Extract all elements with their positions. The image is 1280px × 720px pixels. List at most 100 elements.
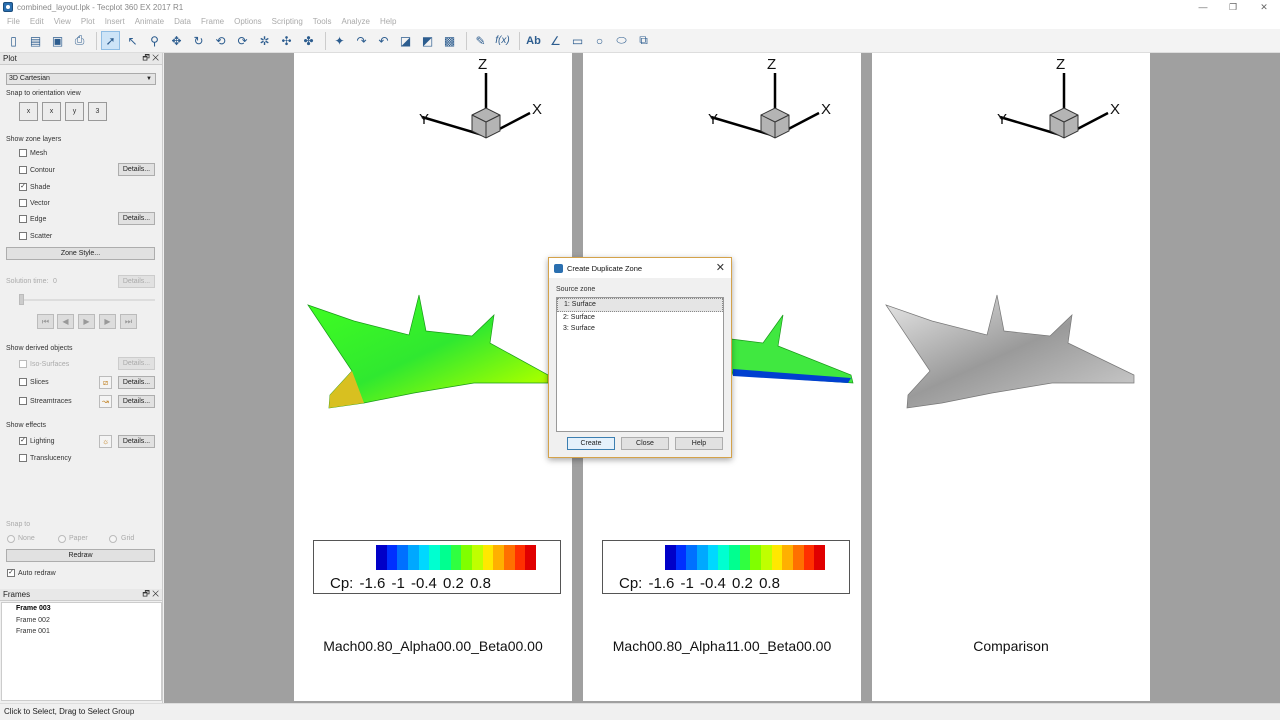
menu-plot[interactable]: Plot	[76, 17, 100, 26]
panel-controls[interactable]: 🗗 ✕	[142, 52, 159, 66]
translucency-checkbox[interactable]	[19, 454, 27, 462]
lighting-checkbox[interactable]: ✓	[19, 437, 27, 445]
new-file-icon[interactable]: ▯	[4, 31, 23, 50]
menu-scripting[interactable]: Scripting	[267, 17, 308, 26]
plot-frame-3[interactable]: Z Y X Comparison	[872, 53, 1150, 701]
snap-paper-radio[interactable]	[58, 535, 66, 543]
redraw-button[interactable]: Redraw	[6, 549, 155, 562]
iso-details-button[interactable]: Details...	[118, 357, 155, 370]
rotate-x-icon[interactable]: ↻	[189, 31, 208, 50]
print-icon[interactable]: ⎙	[70, 31, 89, 50]
plot-frame-1[interactable]: Z Y X Cp: -1.6 -1 -0.4 0.2 0.8 Mach00.80…	[294, 53, 572, 701]
menu-data[interactable]: Data	[169, 17, 196, 26]
frame-list-item[interactable]: Frame 003	[2, 603, 161, 615]
contour-checkbox[interactable]	[19, 166, 27, 174]
restore-button[interactable]: ❐	[1219, 0, 1247, 14]
rotate-z-icon[interactable]: ⟳	[233, 31, 252, 50]
solution-time-slider[interactable]	[19, 299, 155, 301]
orient-3d-button[interactable]: 3	[88, 102, 107, 121]
orient-x-button[interactable]: x	[19, 102, 38, 121]
iso-surfaces-checkbox[interactable]	[19, 360, 27, 368]
image-icon[interactable]: ▩	[440, 31, 459, 50]
zone-list-item[interactable]: 1: Surface	[557, 298, 723, 312]
play-icon[interactable]: ▶	[78, 314, 95, 329]
menu-frame[interactable]: Frame	[196, 17, 229, 26]
menu-analyze[interactable]: Analyze	[336, 17, 374, 26]
create-button[interactable]: Create	[567, 437, 615, 450]
adjustor-arrow-icon[interactable]: ↖	[123, 31, 142, 50]
orient-x2-button[interactable]: x	[42, 102, 61, 121]
shade-checkbox[interactable]: ✓	[19, 183, 27, 191]
zoom-icon[interactable]: ⚲	[145, 31, 164, 50]
snap-none-radio[interactable]	[7, 535, 15, 543]
rake-icon[interactable]: ↶	[374, 31, 393, 50]
zone-list-item[interactable]: 2: Surface	[557, 312, 723, 324]
rectangle-icon[interactable]: ▭	[568, 31, 587, 50]
equation-icon[interactable]: f(x)	[493, 31, 512, 50]
slices-checkbox[interactable]	[19, 378, 27, 386]
snap-grid-radio[interactable]	[109, 535, 117, 543]
vector-checkbox[interactable]	[19, 199, 27, 207]
slider-thumb[interactable]	[19, 294, 24, 305]
help-button[interactable]: Help	[675, 437, 723, 450]
twist-icon[interactable]: ✤	[299, 31, 318, 50]
slice-icon[interactable]: ◪	[396, 31, 415, 50]
polyline-icon[interactable]: ∠	[546, 31, 565, 50]
close-window-button[interactable]: ✕	[1250, 0, 1278, 14]
mesh-checkbox[interactable]	[19, 149, 27, 157]
menu-file[interactable]: File	[2, 17, 25, 26]
save-icon[interactable]: ▣	[48, 31, 67, 50]
light-source-icon[interactable]: ☼	[99, 435, 112, 448]
streamtrace-icon[interactable]: ↷	[352, 31, 371, 50]
plot-type-dropdown[interactable]: 3D Cartesian ▼	[6, 73, 156, 85]
step-back-icon[interactable]: ◀	[57, 314, 74, 329]
zone-style-button[interactable]: Zone Style...	[6, 247, 155, 260]
panel-controls[interactable]: 🗗 ✕	[142, 588, 159, 602]
lighting-details-button[interactable]: Details...	[118, 435, 155, 448]
text-tool-icon[interactable]: Ab	[524, 31, 543, 50]
roll-icon[interactable]: ✲	[255, 31, 274, 50]
colormap-swatch	[461, 545, 473, 570]
frame-list-item[interactable]: Frame 002	[2, 615, 161, 627]
probe-icon[interactable]: ✦	[330, 31, 349, 50]
rotate-y-icon[interactable]: ⟲	[211, 31, 230, 50]
selector-arrow-icon[interactable]: ➚	[101, 31, 120, 50]
skip-forward-icon[interactable]: ⏭	[120, 314, 137, 329]
menu-edit[interactable]: Edit	[25, 17, 49, 26]
solution-details-button[interactable]: Details...	[118, 275, 155, 288]
close-icon[interactable]: ✕	[716, 261, 725, 274]
menu-animate[interactable]: Animate	[130, 17, 169, 26]
contour-details-button[interactable]: Details...	[118, 163, 155, 176]
edge-details-button[interactable]: Details...	[118, 212, 155, 225]
spherical-rotate-icon[interactable]: ✣	[277, 31, 296, 50]
frames-list: Frame 003 Frame 002 Frame 001	[1, 602, 162, 701]
open-file-icon[interactable]: ▤	[26, 31, 45, 50]
menu-tools[interactable]: Tools	[308, 17, 337, 26]
scatter-checkbox[interactable]	[19, 232, 27, 240]
orient-y-button[interactable]: y	[65, 102, 84, 121]
step-forward-icon[interactable]: ▶	[99, 314, 116, 329]
streamtraces-checkbox[interactable]	[19, 397, 27, 405]
minimize-button[interactable]: —	[1189, 0, 1217, 14]
slice-tool-icon[interactable]: ⧄	[99, 376, 112, 389]
menu-view[interactable]: View	[49, 17, 76, 26]
menu-help[interactable]: Help	[375, 17, 401, 26]
translate-icon[interactable]: ✥	[167, 31, 186, 50]
contour-legend: Cp: -1.6 -1 -0.4 0.2 0.8	[313, 540, 561, 594]
edit-icon[interactable]: ✎	[471, 31, 490, 50]
streamtrace-tool-icon[interactable]: ↝	[99, 395, 112, 408]
frame-tool-icon[interactable]: ⧉	[634, 31, 653, 50]
frame-list-item[interactable]: Frame 001	[2, 626, 161, 638]
edge-checkbox[interactable]	[19, 215, 27, 223]
menu-options[interactable]: Options	[229, 17, 267, 26]
close-button[interactable]: Close	[621, 437, 669, 450]
contour-icon[interactable]: ◩	[418, 31, 437, 50]
ellipse-icon[interactable]: ⬭	[612, 31, 631, 50]
auto-redraw-checkbox[interactable]: ✓	[7, 569, 15, 577]
circle-icon[interactable]: ○	[590, 31, 609, 50]
zone-list-item[interactable]: 3: Surface	[557, 323, 723, 335]
slices-details-button[interactable]: Details...	[118, 376, 155, 389]
menu-insert[interactable]: Insert	[100, 17, 130, 26]
skip-back-icon[interactable]: ⏮	[37, 314, 54, 329]
streamtraces-details-button[interactable]: Details...	[118, 395, 155, 408]
